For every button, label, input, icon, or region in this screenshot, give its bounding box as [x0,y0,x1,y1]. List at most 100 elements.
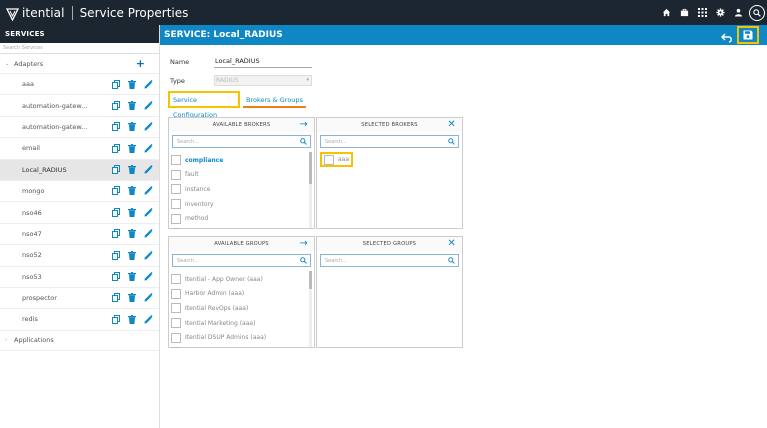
list-item[interactable]: Harbor Admin (aaa) [171,287,312,302]
copy-icon[interactable] [111,79,121,89]
name-field[interactable]: Local_RADIUS [214,56,312,68]
sidebar-item[interactable]: nso53 [0,267,159,288]
sidebar-item[interactable]: nso46 [0,202,159,224]
copy-icon[interactable] [111,122,121,132]
checkbox[interactable] [171,332,181,343]
checkbox[interactable] [171,199,181,210]
sidebar-item[interactable]: nso47 [0,224,159,246]
sidebar-item[interactable]: prospector [0,288,159,310]
trash-icon[interactable] [127,314,137,324]
undo-icon[interactable] [720,29,734,43]
trash-icon[interactable] [127,100,137,110]
checkbox[interactable] [171,184,181,195]
edit-icon[interactable] [143,186,153,196]
list-item[interactable]: CloudOps-WG (aaa) [171,345,312,348]
search-icon[interactable] [747,0,765,25]
checkbox[interactable] [171,318,181,329]
trash-icon[interactable] [127,143,137,153]
sidebar-item[interactable]: mongo [0,181,159,203]
tab-service-configuration[interactable]: Service Configuration [168,91,240,119]
list-item[interactable]: notification [171,226,312,229]
gear-icon[interactable] [711,0,729,25]
copy-icon[interactable] [111,186,121,196]
trash-icon[interactable] [127,165,137,175]
checkbox[interactable] [171,213,181,224]
list-item[interactable]: Itential RevOps (aaa) [171,301,312,316]
edit-icon[interactable] [143,165,153,175]
edit-icon[interactable] [143,293,153,303]
scrollbar-thumb[interactable] [309,152,312,184]
selected-brokers-search-input[interactable]: Search... [320,135,459,148]
tab-brokers-groups[interactable]: Brokers & Groups [243,95,306,108]
sidebar-group-applications[interactable]: › Applications [0,331,159,351]
add-adapter-button[interactable]: + [136,58,145,69]
checkbox[interactable] [171,274,181,285]
apps-grid-icon[interactable] [693,0,711,25]
trash-icon[interactable] [127,122,137,132]
sidebar-item[interactable]: email [0,138,159,160]
list-item[interactable]: Itential Marketing (aaa) [171,316,312,331]
edit-icon[interactable] [143,79,153,89]
trash-icon[interactable] [127,250,137,260]
checkbox[interactable] [171,155,181,166]
available-groups-search-input[interactable]: Search... [172,254,311,267]
edit-icon[interactable] [143,122,153,132]
trash-icon[interactable] [127,293,137,303]
list-item[interactable]: compliance [171,153,312,168]
user-icon[interactable] [729,0,747,25]
copy-icon[interactable] [111,272,121,282]
sidebar-group-adapters[interactable]: ⌄ Adapters + [0,54,159,74]
list-item[interactable]: inventory [171,197,312,212]
list-item[interactable]: Itential DSUP Admins (aaa) [171,330,312,345]
copy-icon[interactable] [111,165,121,175]
trash-icon[interactable] [127,79,137,89]
sidebar-item[interactable]: aaa [0,74,159,96]
copy-icon[interactable] [111,314,121,324]
sidebar-search-input[interactable]: Search Services [0,43,159,54]
checkbox[interactable] [171,288,181,299]
available-brokers-search-input[interactable]: Search... [172,135,311,148]
briefcase-icon[interactable] [675,0,693,25]
close-icon[interactable]: ✕ [447,119,456,131]
save-button[interactable] [737,26,759,44]
sidebar-item[interactable]: nso52 [0,245,159,267]
edit-icon[interactable] [143,100,153,110]
list-item[interactable]: instance [171,182,312,197]
copy-icon[interactable] [111,207,121,217]
copy-icon[interactable] [111,143,121,153]
trash-icon[interactable] [127,186,137,196]
sidebar-item[interactable]: automation-gatew... [0,95,159,117]
edit-icon[interactable] [143,143,153,153]
copy-icon[interactable] [111,100,121,110]
list-item[interactable]: method [171,211,312,226]
checkbox[interactable] [324,154,334,165]
trash-icon[interactable] [127,272,137,282]
checkbox[interactable] [171,169,181,180]
edit-icon[interactable] [143,207,153,217]
sidebar-item[interactable]: Local_RADIUS [0,159,159,181]
close-icon[interactable]: ✕ [447,238,456,250]
checkbox[interactable] [171,303,181,314]
checkbox[interactable] [171,347,181,348]
trash-icon[interactable] [127,229,137,239]
sidebar-item[interactable]: automation-gatew... [0,117,159,139]
copy-icon[interactable] [111,250,121,260]
list-item[interactable]: Itential - App Owner (aaa) [171,272,312,287]
checkbox[interactable] [171,228,181,229]
brand[interactable]: itential Service Properties [0,0,188,25]
arrow-right-icon[interactable]: → [299,238,308,250]
scrollbar-thumb[interactable] [309,271,312,289]
sidebar-item[interactable]: redis [0,309,159,331]
selected-broker-item[interactable]: aaa [320,152,353,167]
arrow-right-icon[interactable]: → [299,119,308,131]
edit-icon[interactable] [143,314,153,324]
copy-icon[interactable] [111,293,121,303]
edit-icon[interactable] [143,229,153,239]
list-item[interactable]: fault [171,168,312,183]
edit-icon[interactable] [143,272,153,282]
edit-icon[interactable] [143,250,153,260]
home-icon[interactable] [657,0,675,25]
trash-icon[interactable] [127,207,137,217]
copy-icon[interactable] [111,229,121,239]
selected-groups-search-input[interactable]: Search... [320,254,459,267]
